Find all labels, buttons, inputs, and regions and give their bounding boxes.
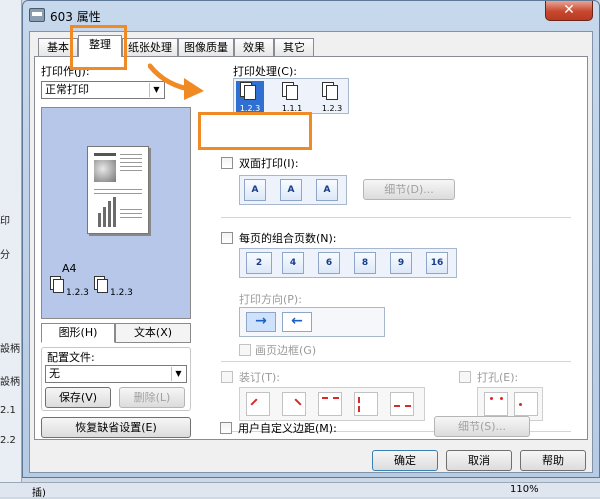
divider (221, 217, 571, 218)
pages-per-sheet-checkbox[interactable] (221, 232, 233, 244)
dialog-client: 基本 整理 纸张处理 图像质量 效果 其它 打印作(J): 正常打印 ▼ A4 … (29, 31, 593, 473)
staple-left-double-icon[interactable] (354, 392, 378, 416)
background-text: 2.1 (0, 405, 16, 416)
profile-label: 配置文件: (47, 351, 95, 364)
duplex-options: A A A (239, 175, 347, 205)
duplex-booklet-icon[interactable]: A (316, 179, 338, 201)
collate-option-uncollated[interactable]: 1.1.1 (278, 81, 306, 113)
custom-margin-checkbox[interactable] (220, 422, 232, 434)
direction-options: → ← (239, 307, 385, 337)
punch-checkbox[interactable] (459, 371, 471, 383)
pages-9-option[interactable]: 9 (390, 252, 412, 274)
staple-checkbox[interactable] (221, 371, 233, 383)
window-title: 603 属性 (50, 10, 101, 24)
print-job-value: 正常打印 (45, 83, 89, 96)
pages-per-sheet-label: 每页的组合页数(N): (239, 232, 337, 245)
annotation-box-duplex (198, 112, 312, 150)
ok-button[interactable]: 确定 (372, 450, 438, 471)
custom-margin-label: 用户自定义边距(M): (238, 422, 337, 435)
tab-effects[interactable]: 效果 (234, 38, 274, 56)
pages-16-option[interactable]: 16 (426, 252, 448, 274)
arrow-left-icon[interactable]: ← (282, 312, 312, 332)
staple-bottom-double-icon[interactable] (390, 392, 414, 416)
duplex-short-edge-icon[interactable]: A (280, 179, 302, 201)
collate-option-collated[interactable]: 1.2.3 (236, 81, 264, 113)
tab-paper-handling[interactable]: 纸张处理 (122, 38, 178, 56)
print-job-select[interactable]: 正常打印 ▼ (41, 81, 165, 99)
page-border-checkbox[interactable] (239, 344, 251, 356)
punch-top-icon[interactable] (484, 392, 508, 416)
duplex-details-button[interactable]: 细节(D)... (363, 179, 455, 200)
annotation-arrow-icon (148, 63, 204, 100)
arrow-right-icon[interactable]: → (246, 312, 276, 332)
duplex-long-edge-icon[interactable]: A (244, 179, 266, 201)
profile-select[interactable]: 无 ▼ (45, 365, 187, 383)
collate-label: 打印处理(C): (233, 65, 297, 78)
duplex-checkbox[interactable] (221, 157, 233, 169)
divider (221, 361, 571, 362)
view-graphic-button[interactable]: 图形(H) (41, 323, 115, 343)
page-border-label: 画页边框(G) (255, 344, 317, 357)
properties-dialog: 603 属性 ✕ 基本 整理 纸张处理 图像质量 效果 其它 打印作(J): 正… (22, 0, 600, 478)
collate-options: 1.2.3 1.1.1 1.2.3 (233, 78, 349, 114)
staple-top-right-icon[interactable] (282, 392, 306, 416)
pages-4-option[interactable]: 4 (282, 252, 304, 274)
duplex-label: 双面打印(I): (239, 157, 299, 170)
view-text-button[interactable]: 文本(X) (115, 323, 191, 343)
save-profile-button[interactable]: 保存(V) (45, 387, 111, 408)
tab-other[interactable]: 其它 (274, 38, 314, 56)
punch-label: 打孔(E): (477, 371, 519, 384)
close-icon: ✕ (563, 2, 575, 18)
close-button[interactable]: ✕ (545, 1, 593, 21)
background-text: 設柄 (0, 377, 20, 388)
zoom-level: 110% (510, 484, 539, 495)
chevron-down-icon: ▼ (171, 367, 185, 381)
delete-profile-button[interactable]: 删除(L) (119, 387, 185, 408)
pages-6-option[interactable]: 6 (318, 252, 340, 274)
tab-image-quality[interactable]: 图像质量 (178, 38, 234, 56)
direction-label: 打印方向(P): (239, 293, 302, 306)
staple-top-left-icon[interactable] (246, 392, 270, 416)
page-preview-icon (87, 146, 149, 234)
profile-value: 无 (49, 367, 60, 380)
pages-8-option[interactable]: 8 (354, 252, 376, 274)
cancel-button[interactable]: 取消 (446, 450, 512, 471)
paper-size-label: A4 (62, 262, 77, 275)
pages-per-sheet-options: 2 4 6 8 9 16 (239, 248, 457, 278)
tab-finishing[interactable]: 整理 (78, 35, 122, 57)
stack-label: 1.2.3 (110, 288, 133, 298)
staple-top-double-icon[interactable] (318, 392, 342, 416)
stack-label: 1.2.3 (66, 288, 89, 298)
background-text: 2.2 (0, 435, 16, 446)
preview-pane: A4 1.2.3 1.2.3 (41, 107, 191, 319)
pages-2-option[interactable]: 2 (246, 252, 272, 274)
help-button[interactable]: 帮助 (520, 450, 586, 471)
restore-defaults-button[interactable]: 恢复缺省设置(E) (41, 417, 191, 438)
background-text: 分 (0, 250, 10, 261)
custom-margin-details-button[interactable]: 细节(S)... (434, 416, 530, 437)
staple-options (239, 387, 425, 421)
background-statusbar: 插) 110% (0, 482, 600, 499)
collate-option-offset[interactable]: 1.2.3 (318, 81, 346, 113)
staple-label: 装订(T): (239, 371, 281, 384)
background-text: 印 (0, 216, 10, 227)
punch-left-icon[interactable] (514, 392, 538, 416)
printer-icon (29, 8, 45, 22)
background-text: 設柄 (0, 344, 20, 355)
